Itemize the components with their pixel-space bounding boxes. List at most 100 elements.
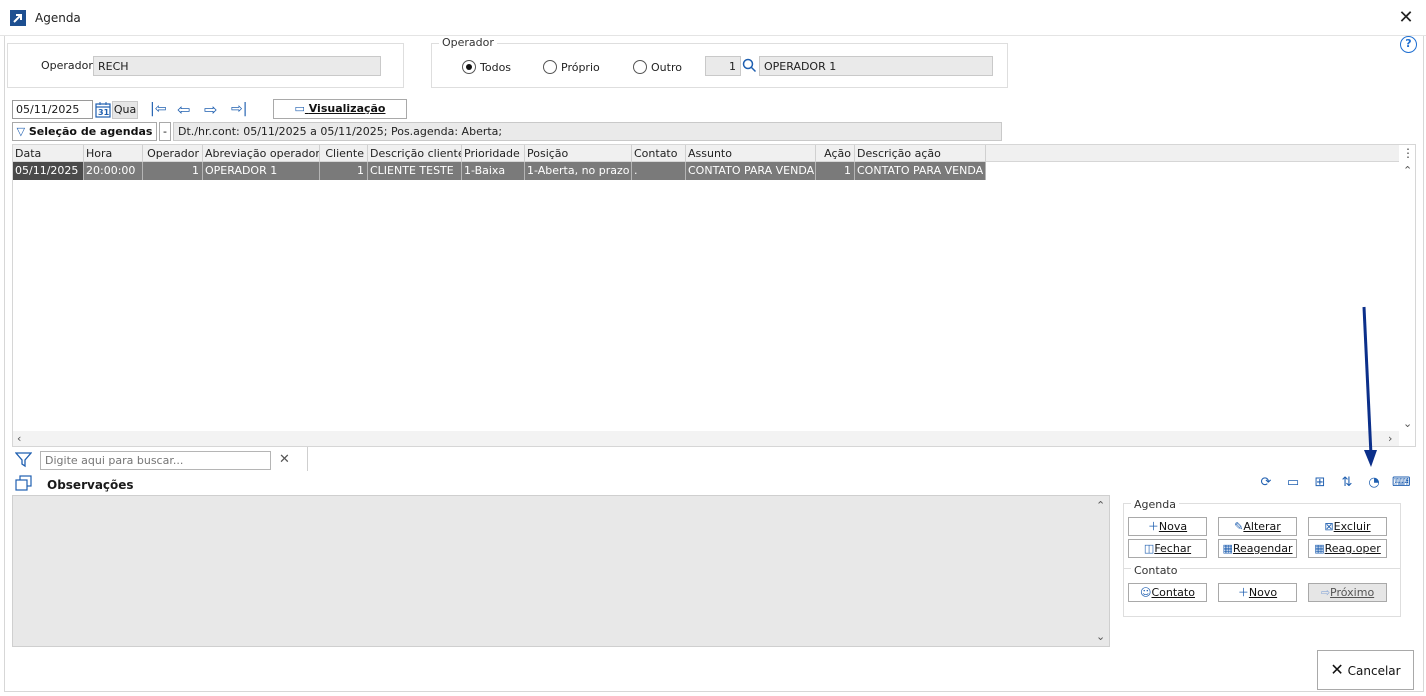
alterar-label: Alterar (1243, 520, 1281, 533)
observacoes-textarea[interactable] (12, 495, 1110, 647)
cell-descricao-acao: CONTATO PARA VENDA (855, 162, 986, 180)
novo-contato-button[interactable]: ＋Novo (1218, 583, 1297, 602)
scroll-right-arrow[interactable]: › (1388, 432, 1392, 445)
obs-scroll-up[interactable]: ⌃ (1096, 499, 1105, 512)
close-icon[interactable]: ✕ (1396, 8, 1416, 28)
grid-header: Data Hora Operador Abreviação operador C… (13, 145, 1399, 162)
keyboard-icon[interactable]: ⌨ (1392, 474, 1411, 492)
operador-code-field[interactable]: 1 (705, 56, 741, 76)
palette-icon[interactable]: ◔ (1365, 474, 1383, 492)
col-posicao[interactable]: Posição (525, 145, 632, 162)
search-input[interactable] (40, 451, 271, 470)
refresh-icon[interactable]: ⟳ (1257, 474, 1275, 492)
col-prioridade[interactable]: Prioridade (462, 145, 525, 162)
layout-icon[interactable]: ⊞ (1311, 474, 1329, 492)
excluir-button[interactable]: ⊠Excluir (1308, 517, 1387, 536)
cancelar-label: Cancelar (1347, 664, 1401, 678)
arrow-right-icon: ⇨ (1320, 586, 1331, 599)
observacoes-icon[interactable] (15, 475, 33, 492)
alterar-button[interactable]: ✎Alterar (1218, 517, 1297, 536)
annotation-arrow (1362, 306, 1377, 467)
search-icon[interactable] (742, 58, 757, 73)
calendar-reschedule-icon: ▦ (1222, 542, 1233, 555)
filter-icon: ▽ (16, 125, 26, 138)
clear-search-icon[interactable]: ✕ (279, 452, 290, 467)
plus-icon: ＋ (1237, 586, 1249, 599)
last-page-icon[interactable]: ⇨| (231, 101, 247, 117)
grid-menu-icon[interactable]: ⋮ (1402, 146, 1414, 160)
prev-arrow-icon[interactable]: ⇦ (177, 100, 190, 119)
selecao-agendas-button[interactable]: ▽ Seleção de agendas (12, 122, 157, 141)
fechar-button[interactable]: ◫Fechar (1128, 539, 1207, 558)
radio-outro[interactable] (633, 60, 647, 74)
sort-icon[interactable]: ⇅ (1338, 474, 1356, 492)
contato-button[interactable]: ☺Contato (1128, 583, 1207, 602)
visualizacao-button[interactable]: ▭ Visualização (273, 99, 407, 119)
col-acao[interactable]: Ação (816, 145, 855, 162)
radio-proprio-label: Próprio (561, 61, 600, 74)
cell-data: 05/11/2025 (13, 162, 84, 180)
help-icon[interactable]: ? (1400, 36, 1417, 53)
calendar-day: 31 (98, 108, 110, 117)
table-row[interactable]: 05/11/2025 20:00:00 1 OPERADOR 1 1 CLIEN… (13, 162, 986, 180)
selecao-dropdown[interactable]: - (159, 122, 171, 141)
preview-icon[interactable]: ▭ (1284, 474, 1302, 492)
nova-button[interactable]: ＋Nova (1128, 517, 1207, 536)
reag-oper-button[interactable]: ▦Reag.oper (1308, 539, 1387, 558)
weekday-label: Qua (112, 101, 138, 119)
col-contato[interactable]: Contato (632, 145, 686, 162)
cancelar-button[interactable]: ✕ Cancelar (1317, 650, 1414, 690)
reag-oper-label: Reag.oper (1324, 542, 1381, 555)
col-cliente[interactable]: Cliente (320, 145, 368, 162)
cell-prioridade: 1-Baixa (462, 162, 525, 180)
plus-icon: ＋ (1147, 520, 1159, 533)
date-input[interactable]: 05/11/2025 (12, 100, 93, 119)
next-arrow-icon[interactable]: ⇨ (204, 100, 217, 119)
app-icon (10, 10, 26, 26)
col-assunto[interactable]: Assunto (686, 145, 816, 162)
col-abreviacao-operador[interactable]: Abreviação operador (203, 145, 320, 162)
col-descricao-acao[interactable]: Descrição ação (855, 145, 986, 162)
cell-contato: . (632, 162, 686, 180)
col-hora[interactable]: Hora (84, 145, 143, 162)
observacoes-title: Observações (47, 478, 134, 492)
visualizacao-label: Visualização (308, 102, 386, 115)
col-operador[interactable]: Operador (143, 145, 203, 162)
scroll-down-arrow[interactable]: ⌄ (1403, 417, 1412, 430)
radio-todos[interactable] (462, 60, 476, 74)
edit-icon: ✎ (1234, 520, 1244, 533)
radio-proprio[interactable] (543, 60, 557, 74)
radio-outro-label: Outro (651, 61, 682, 74)
filter-summary: Dt./hr.cont: 05/11/2025 a 05/11/2025; Po… (173, 122, 1002, 141)
cell-abreviacao-operador: OPERADOR 1 (203, 162, 320, 180)
reagendar-button[interactable]: ▦Reagendar (1218, 539, 1297, 558)
title-bar (0, 0, 1426, 36)
proximo-label: Próximo (1330, 586, 1375, 599)
scroll-up-arrow[interactable]: ⌃ (1403, 164, 1412, 177)
close-document-icon: ◫ (1143, 542, 1155, 555)
filter-funnel-icon[interactable] (14, 451, 33, 468)
selecao-agendas-label: Seleção de agendas (28, 125, 153, 138)
agenda-group-legend: Agenda (1131, 498, 1179, 511)
cancel-x-icon: ✕ (1330, 660, 1344, 679)
contato-label: Contato (1151, 586, 1195, 599)
reagendar-label: Reagendar (1232, 542, 1293, 555)
cell-posicao: 1-Aberta, no prazo (525, 162, 632, 180)
calendar-operator-icon: ▦ (1314, 542, 1325, 555)
scroll-left-arrow[interactable]: ‹ (17, 432, 21, 445)
delete-icon: ⊠ (1324, 520, 1334, 533)
col-data[interactable]: Data (13, 145, 84, 162)
operador-field[interactable]: RECH (93, 56, 381, 76)
cell-cliente: 1 (320, 162, 368, 180)
proximo-button[interactable]: ⇨Próximo (1308, 583, 1387, 602)
excluir-label: Excluir (1333, 520, 1371, 533)
cell-assunto: CONTATO PARA VENDA (686, 162, 816, 180)
first-page-icon[interactable]: |⇦ (150, 101, 166, 117)
cell-acao: 1 (816, 162, 855, 180)
novo-label: Novo (1248, 586, 1278, 599)
col-descricao-cliente[interactable]: Descrição cliente (368, 145, 462, 162)
nova-label: Nova (1158, 520, 1188, 533)
monitor-icon: ▭ (294, 102, 305, 115)
horizontal-scrollbar[interactable] (13, 431, 1399, 446)
obs-scroll-down[interactable]: ⌄ (1096, 630, 1105, 643)
